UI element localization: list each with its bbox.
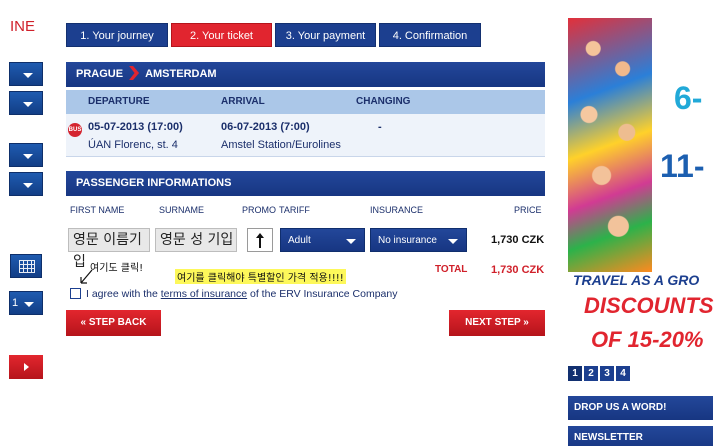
insurance-value: No insurance (378, 235, 437, 246)
promo-checkbox[interactable] (247, 228, 273, 252)
terms-of-insurance-link[interactable]: terms of insurance (161, 288, 247, 300)
annotation-click-here: 여기도 클릭! (90, 263, 144, 274)
calendar-icon (19, 260, 35, 273)
calendar-button[interactable] (10, 254, 42, 278)
ad-headline-1: 6- (674, 80, 703, 116)
total-value: 1,730 CZK (491, 264, 545, 276)
step-back-button[interactable]: « STEP BACK (66, 310, 161, 336)
arrival-time: 06-07-2013 (7:00) (221, 121, 310, 133)
agree-suffix: of the ERV Insurance Company (247, 288, 398, 300)
chevron-down-icon (23, 73, 33, 78)
left-dropdown-3[interactable] (9, 143, 43, 167)
changing-header: CHANGING (356, 96, 411, 107)
banner-page-3[interactable]: 3 (600, 366, 614, 381)
journey-row: BUS 05-07-2013 (17:00) 06-07-2013 (7:00)… (66, 114, 545, 157)
annotation-promo-note: 여기를 클릭해야 특별할인 가격 적용!!!! (175, 269, 346, 284)
tariff-value: Adult (288, 235, 311, 246)
chevron-down-icon (23, 154, 33, 159)
insurance-select[interactable]: No insurance (370, 228, 467, 252)
agree-checkbox[interactable] (70, 288, 81, 299)
bus-icon: BUS (68, 123, 82, 137)
left-search-button[interactable] (9, 355, 43, 379)
passenger-column-headers: FIRST NAME SURNAME PROMO TARIFF INSURANC… (66, 199, 545, 221)
banner-pager: 1 2 3 4 (567, 365, 630, 382)
total-label: TOTAL (435, 264, 468, 275)
changing-value: - (378, 121, 382, 133)
ad-discounts-text: DISCOUNTS (584, 293, 714, 318)
banner-page-1[interactable]: 1 (567, 365, 583, 382)
drop-us-a-word-button[interactable]: DROP US A WORD! (568, 396, 713, 420)
col-price: PRICE (514, 205, 542, 215)
arrival-header: ARRIVAL (221, 96, 265, 107)
arrival-place: Amstel Station/Eurolines (221, 139, 341, 151)
step-your-journey[interactable]: 1. Your journey (66, 23, 168, 47)
col-promo: PROMO (242, 205, 277, 215)
chevron-down-icon (23, 102, 33, 107)
banner-page-2[interactable]: 2 (584, 366, 598, 381)
col-first-name: FIRST NAME (70, 205, 125, 215)
chevron-down-icon (448, 239, 458, 244)
ad-headline-2: 11- (660, 148, 705, 184)
group-discount-banner[interactable]: 6- 11- TRAVEL AS A GRO DISCOUNTS OF 15-2… (568, 18, 720, 363)
step-your-payment[interactable]: 3. Your payment (275, 23, 376, 47)
route-arrow-icon (129, 66, 140, 80)
passenger-count-value: 1 (12, 297, 19, 309)
step-confirmation[interactable]: 4. Confirmation (379, 23, 481, 47)
journey-column-headers: DEPARTURE ARRIVAL CHANGING (66, 90, 545, 114)
col-insurance: INSURANCE (370, 205, 424, 215)
passenger-count-select[interactable]: 1 (9, 291, 43, 315)
route-from: PRAGUE (76, 68, 124, 80)
arrow-up-icon (256, 233, 264, 248)
chevron-down-icon (346, 239, 356, 244)
chevron-down-icon (24, 302, 34, 307)
step-your-ticket[interactable]: 2. Your ticket (171, 23, 272, 47)
step-tabs: 1. Your journey 2. Your ticket 3. Your p… (66, 23, 481, 47)
chevron-down-icon (23, 183, 33, 188)
left-dropdown-2[interactable] (9, 91, 43, 115)
departure-place: ÚAN Florenc, st. 4 (88, 139, 178, 151)
departure-time: 05-07-2013 (17:00) (88, 121, 183, 133)
insurance-agreement: I agree with the terms of insurance of t… (70, 288, 397, 300)
price-value: 1,730 CZK (491, 234, 545, 246)
left-dropdown-4[interactable] (9, 172, 43, 196)
route-header: PRAGUE AMSTERDAM (66, 62, 545, 87)
next-step-button[interactable]: NEXT STEP » (449, 310, 545, 336)
departure-header: DEPARTURE (88, 96, 150, 107)
site-logo-fragment: INE (10, 18, 36, 35)
ad-percent-text: OF 15-20% (591, 327, 704, 352)
ad-photo (568, 18, 652, 272)
agree-prefix: I agree with the (86, 288, 161, 300)
surname-field[interactable]: 영문 성 기입 (155, 228, 237, 252)
col-surname: SURNAME (159, 205, 205, 215)
route-to: AMSTERDAM (145, 68, 217, 80)
tariff-select[interactable]: Adult (280, 228, 365, 252)
banner-page-4[interactable]: 4 (616, 366, 630, 381)
left-dropdown-1[interactable] (9, 62, 43, 86)
arrow-right-icon (24, 363, 29, 371)
annotation-arrow-icon (80, 269, 93, 284)
ad-travel-text: TRAVEL AS A GRO (573, 272, 700, 288)
first-name-field[interactable]: 영문 이름기입 (68, 228, 150, 270)
col-tariff: TARIFF (279, 205, 310, 215)
passenger-header: PASSENGER INFORMATIONS (66, 171, 545, 196)
newsletter-button[interactable]: NEWSLETTER (568, 426, 713, 446)
